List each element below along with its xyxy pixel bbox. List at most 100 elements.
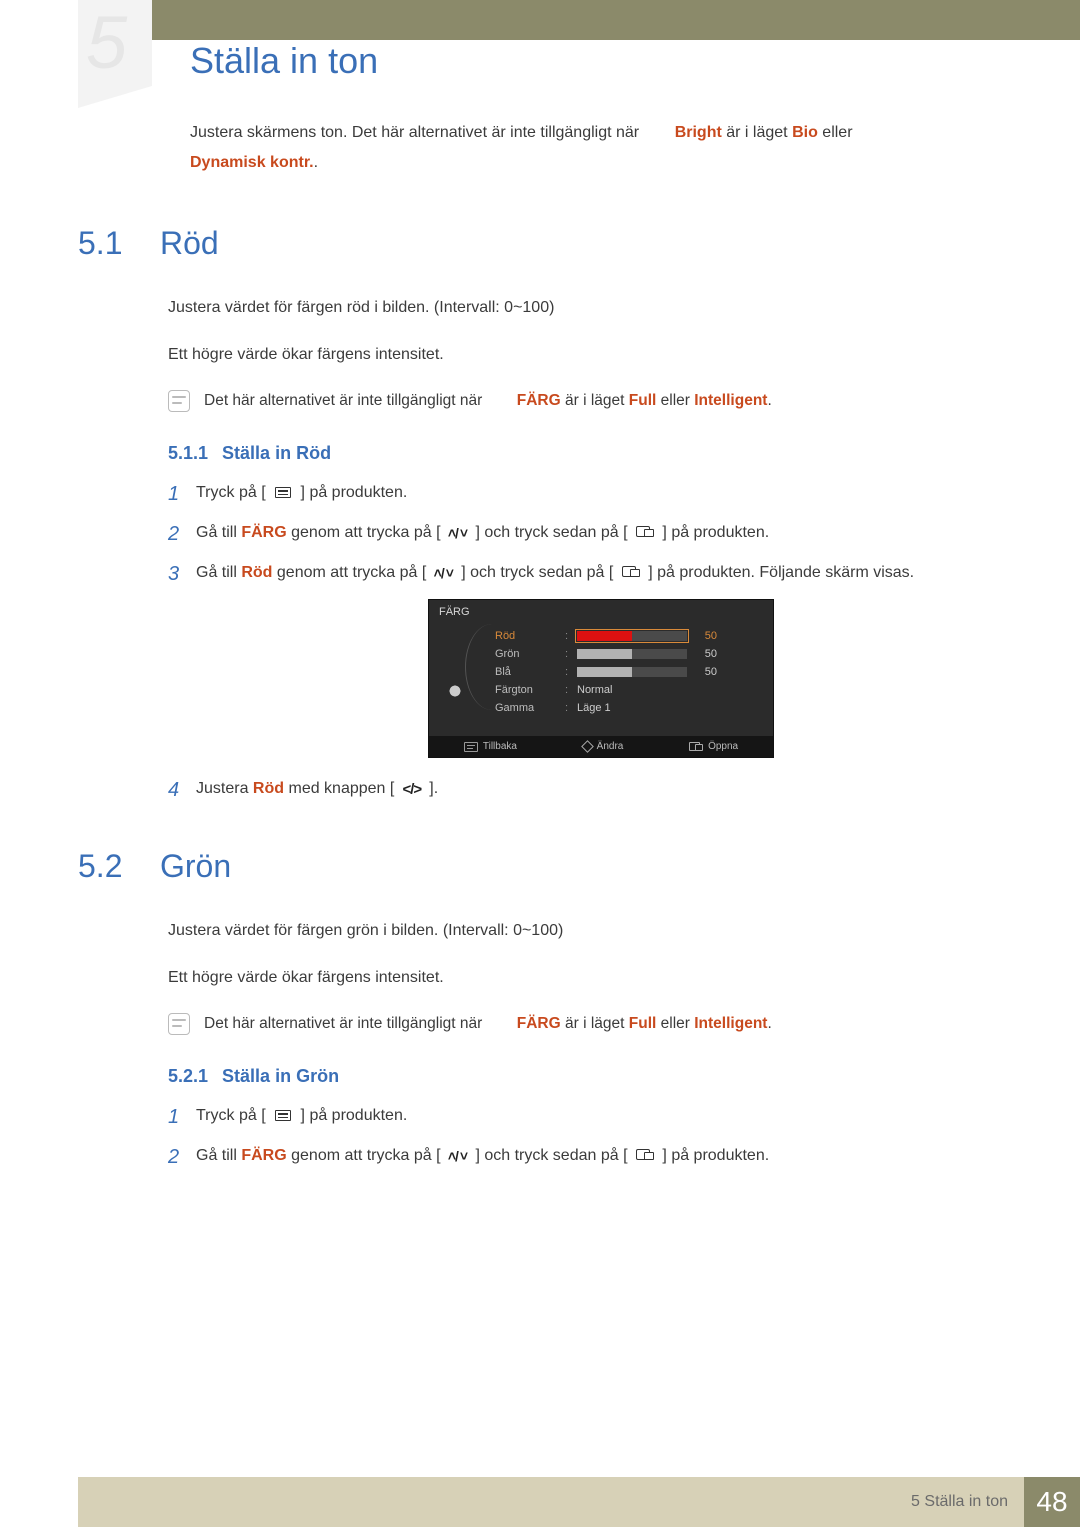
note-or: eller	[661, 392, 695, 409]
osd-title: FÄRG	[429, 600, 773, 628]
subsec-num: 5.1.1	[168, 443, 208, 464]
osd-row-gron: Grön : 50	[495, 648, 761, 660]
intro-lead: Justera skärmens ton. Det här alternativ…	[190, 124, 639, 141]
text: ] på produkten.	[301, 484, 408, 501]
note-post: .	[767, 392, 771, 409]
note-intel: Intelligent	[694, 392, 767, 409]
step-3: Gå till Röd genom att trycka på [ ˄/˅ ] …	[168, 560, 1034, 586]
step-1: Tryck på [ ] på produkten.	[168, 1103, 1034, 1129]
note-mid: är i läget	[565, 392, 629, 409]
text: ] och tryck sedan på [	[461, 564, 613, 581]
page-content: Ställa in ton Justera skärmens ton. Det …	[78, 36, 1044, 1183]
rod-desc: Justera värdet för färgen röd i bilden. …	[168, 296, 1034, 321]
section-5-2-header: 5.2 Grön	[78, 848, 1044, 885]
osd-value: 50	[693, 630, 717, 642]
intro-bright: Bright	[675, 124, 722, 141]
osd-open: Öppna	[708, 741, 738, 752]
page-footer: 5 Ställa in ton 48	[78, 1477, 1080, 1527]
text: genom att trycka på [	[291, 1147, 440, 1164]
step-2: Gå till FÄRG genom att trycka på [ ˄/˅ ]…	[168, 520, 1034, 546]
text: ] på produkten.	[662, 524, 769, 541]
note-pre: Det här alternativet är inte tillgänglig…	[204, 1015, 482, 1032]
intro-tail: .	[314, 154, 318, 171]
section-num: 5.2	[78, 848, 138, 885]
osd-value: 50	[693, 666, 717, 678]
rod-desc2: Ett högre värde ökar färgens intensitet.	[168, 343, 1034, 368]
osd-row-gamma: Gamma : Läge 1	[495, 702, 761, 714]
text: Gå till	[196, 1147, 241, 1164]
section-title: Röd	[160, 225, 219, 262]
step-2: Gå till FÄRG genom att trycka på [ ˄/˅ ]…	[168, 1143, 1034, 1169]
note-post: .	[767, 1015, 771, 1032]
text: Gå till	[196, 564, 241, 581]
note-full: Full	[629, 392, 657, 409]
note-farg: FÄRG	[517, 1015, 561, 1032]
chapter-title: Ställa in ton	[190, 40, 1044, 82]
footer-section-num: 5	[911, 1493, 920, 1511]
osd-value: 50	[693, 648, 717, 660]
page-header-band	[78, 0, 1080, 40]
text: med knappen [	[288, 780, 394, 797]
section-num: 5.1	[78, 225, 138, 262]
rod-word: Röd	[241, 564, 272, 581]
section-title: Grön	[160, 848, 231, 885]
subsec-num: 5.2.1	[168, 1066, 208, 1087]
enter-icon	[634, 1147, 656, 1161]
subsec-title: Ställa in Grön	[222, 1066, 339, 1087]
text: ] och tryck sedan på [	[475, 524, 627, 541]
intro-dynamisk: Dynamisk kontr.	[190, 154, 314, 171]
footer-section-label: Ställa in ton	[924, 1493, 1008, 1511]
osd-row-rod: Röd : 50	[495, 630, 761, 642]
text: ] på produkten. Följande skärm visas.	[648, 564, 914, 581]
note-icon	[168, 1013, 190, 1035]
gron-desc2: Ett högre värde ökar färgens intensitet.	[168, 966, 1034, 991]
note-pre: Det här alternativet är inte tillgänglig…	[204, 392, 482, 409]
step-4: Justera Röd med knappen [ </> ].	[168, 776, 1034, 802]
step-1: Tryck på [ ] på produkten.	[168, 480, 1034, 506]
note-mid: är i läget	[565, 1015, 629, 1032]
rod-note: Det här alternativet är inte tillgänglig…	[168, 389, 1034, 413]
osd-value: Normal	[577, 684, 612, 696]
text: Tryck på [	[196, 484, 266, 501]
subsec-title: Ställa in Röd	[222, 443, 331, 464]
subsection-5-1-1: 5.1.1 Ställa in Röd	[168, 443, 1034, 464]
note-or: eller	[661, 1015, 695, 1032]
text: genom att trycka på [	[291, 524, 440, 541]
enter-icon	[689, 742, 703, 752]
intro-bio: Bio	[792, 124, 818, 141]
note-intel: Intelligent	[694, 1015, 767, 1032]
rod-word: Röd	[253, 780, 284, 797]
osd-row-bla: Blå : 50	[495, 666, 761, 678]
rod-steps-continued: Justera Röd med knappen [ </> ].	[168, 776, 1034, 802]
palette-icon	[447, 684, 467, 698]
gron-desc: Justera värdet för färgen grön i bilden.…	[168, 919, 1034, 944]
gron-note: Det här alternativet är inte tillgänglig…	[168, 1012, 1034, 1036]
diamond-icon	[581, 740, 594, 753]
gron-steps: Tryck på [ ] på produkten. Gå till FÄRG …	[168, 1103, 1034, 1168]
farg-word: FÄRG	[241, 524, 286, 541]
leftright-icon: </>	[401, 783, 423, 797]
osd-change: Ändra	[597, 741, 624, 752]
rod-steps: Tryck på [ ] på produkten. Gå till FÄRG …	[168, 480, 1034, 585]
text: Justera	[196, 780, 253, 797]
updown-icon: ˄/˅	[447, 1149, 469, 1163]
menu-icon	[272, 1109, 294, 1123]
enter-icon	[620, 564, 642, 578]
osd-back: Tillbaka	[483, 741, 517, 752]
text: Gå till	[196, 524, 241, 541]
subsection-5-2-1: 5.2.1 Ställa in Grön	[168, 1066, 1034, 1087]
note-full: Full	[629, 1015, 657, 1032]
page-number: 48	[1024, 1477, 1080, 1527]
farg-word: FÄRG	[241, 1147, 286, 1164]
text: ].	[429, 780, 438, 797]
note-icon	[168, 390, 190, 412]
intro-mid2: eller	[822, 124, 852, 141]
intro-mid1: är i läget	[726, 124, 792, 141]
updown-icon: ˄/˅	[447, 526, 469, 540]
osd-value: Läge 1	[577, 702, 611, 714]
section-5-2-body: Justera värdet för färgen grön i bilden.…	[168, 919, 1034, 1169]
chapter-intro: Justera skärmens ton. Det här alternativ…	[190, 118, 1034, 179]
osd-row-fargton: Färgton : Normal	[495, 684, 761, 696]
section-5-1-header: 5.1 Röd	[78, 225, 1044, 262]
text: ] och tryck sedan på [	[475, 1147, 627, 1164]
